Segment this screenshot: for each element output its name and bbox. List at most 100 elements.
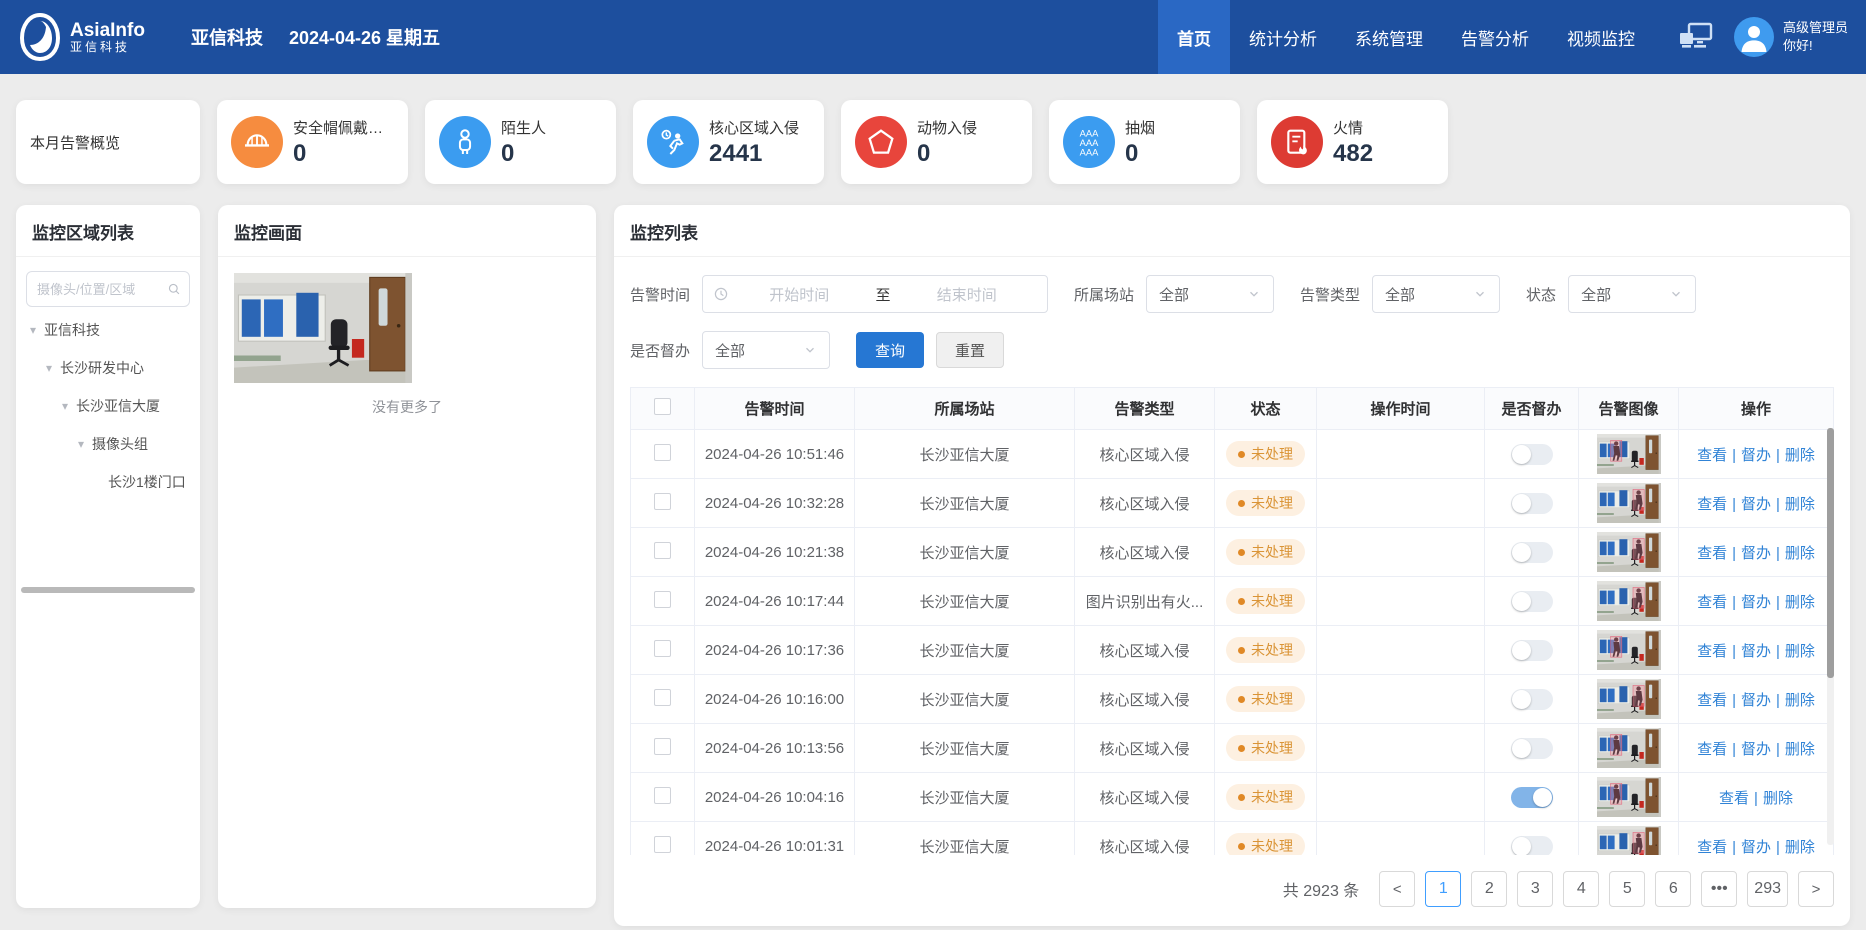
next-page-button[interactable]: > [1798,871,1834,907]
caret-down-icon[interactable]: ▾ [74,437,88,451]
row-checkbox[interactable] [654,444,671,461]
end-time-input[interactable]: 结束时间 [897,284,1038,305]
prev-page-button[interactable]: < [1379,871,1415,907]
ellipsis-button[interactable]: ••• [1701,871,1737,907]
page-button-2[interactable]: 2 [1471,871,1507,907]
supervise-link[interactable]: 督办 [1741,545,1771,562]
delete-link[interactable]: 删除 [1785,545,1815,562]
view-link[interactable]: 查看 [1697,741,1727,758]
delete-link[interactable]: 删除 [1785,741,1815,758]
supervise-toggle[interactable] [1511,493,1553,514]
select-all-checkbox[interactable] [654,398,671,415]
reset-button[interactable]: 重置 [936,332,1004,368]
status-select[interactable]: 全部 [1568,275,1696,313]
view-link[interactable]: 查看 [1719,790,1749,807]
column-header-操作时间[interactable]: 操作时间 [1317,388,1485,430]
alarm-snapshot[interactable] [1597,581,1661,621]
column-header-所属场站[interactable]: 所属场站 [855,388,1075,430]
page-button-3[interactable]: 3 [1517,871,1553,907]
delete-link[interactable]: 删除 [1785,692,1815,709]
supervise-link[interactable]: 督办 [1741,643,1771,660]
alarm-snapshot[interactable] [1597,777,1661,817]
alarm-type-select[interactable]: 全部 [1372,275,1500,313]
nav-item-告警分析[interactable]: 告警分析 [1442,0,1548,74]
delete-link[interactable]: 删除 [1785,643,1815,660]
alarm-snapshot[interactable] [1597,728,1661,768]
page-button-6[interactable]: 6 [1655,871,1691,907]
supervise-toggle[interactable] [1511,591,1553,612]
region-search-input[interactable] [35,281,167,298]
delete-link[interactable]: 删除 [1763,790,1793,807]
column-header-是否督办[interactable]: 是否督办 [1485,388,1579,430]
station-select[interactable]: 全部 [1146,275,1274,313]
row-checkbox[interactable] [654,640,671,657]
camera-snapshot[interactable] [234,273,412,383]
supervise-toggle[interactable] [1511,640,1553,661]
horizontal-scrollbar[interactable] [21,587,195,593]
column-header-状态[interactable]: 状态 [1215,388,1317,430]
page-button-5[interactable]: 5 [1609,871,1645,907]
alarm-snapshot[interactable] [1597,434,1661,474]
tree-item-长沙研发中心[interactable]: ▾ 长沙研发中心 [22,349,200,387]
column-header-告警图像[interactable]: 告警图像 [1579,388,1679,430]
column-header-操作[interactable]: 操作 [1679,388,1834,430]
supervise-link[interactable]: 督办 [1741,496,1771,513]
vertical-scrollbar[interactable] [1827,428,1834,845]
delete-link[interactable]: 删除 [1785,447,1815,464]
alarm-snapshot[interactable] [1597,630,1661,670]
delete-link[interactable]: 删除 [1785,594,1815,611]
search-button[interactable]: 查询 [856,332,924,368]
view-link[interactable]: 查看 [1697,594,1727,611]
supervise-link[interactable]: 督办 [1741,594,1771,611]
view-link[interactable]: 查看 [1697,496,1727,513]
supervise-toggle[interactable] [1511,542,1553,563]
delete-link[interactable]: 删除 [1785,496,1815,513]
row-checkbox[interactable] [654,591,671,608]
tree-item-长沙亚信大厦[interactable]: ▾ 长沙亚信大厦 [22,387,200,425]
page-button-4[interactable]: 4 [1563,871,1599,907]
start-time-input[interactable]: 开始时间 [729,284,870,305]
view-link[interactable]: 查看 [1697,839,1727,856]
row-checkbox[interactable] [654,689,671,706]
caret-down-icon[interactable]: ▾ [26,323,40,337]
user-avatar[interactable] [1734,17,1774,57]
row-checkbox[interactable] [654,738,671,755]
supervise-link[interactable]: 督办 [1741,741,1771,758]
view-link[interactable]: 查看 [1697,692,1727,709]
column-header-告警类型[interactable]: 告警类型 [1075,388,1215,430]
column-header-告警时间[interactable]: 告警时间 [695,388,855,430]
monitor-icon[interactable] [1678,22,1714,52]
supervise-toggle[interactable] [1511,444,1553,465]
alarm-snapshot[interactable] [1597,483,1661,523]
supervise-toggle[interactable] [1511,836,1553,856]
supervise-link[interactable]: 督办 [1741,447,1771,464]
tree-item-长沙1楼门口[interactable]: 长沙1楼门口 [22,463,200,501]
tree-item-亚信科技[interactable]: ▾ 亚信科技 [22,311,200,349]
alarm-snapshot[interactable] [1597,826,1661,855]
alarm-time-range-picker[interactable]: 开始时间 至 结束时间 [702,275,1048,313]
row-checkbox[interactable] [654,493,671,510]
supervise-link[interactable]: 督办 [1741,692,1771,709]
page-button-1[interactable]: 1 [1425,871,1461,907]
supervise-select[interactable]: 全部 [702,331,830,369]
row-checkbox[interactable] [654,542,671,559]
row-checkbox[interactable] [654,836,671,853]
view-link[interactable]: 查看 [1697,447,1727,464]
view-link[interactable]: 查看 [1697,545,1727,562]
delete-link[interactable]: 删除 [1785,839,1815,856]
caret-down-icon[interactable]: ▾ [42,361,56,375]
supervise-toggle[interactable] [1511,787,1553,808]
nav-item-视频监控[interactable]: 视频监控 [1548,0,1654,74]
supervise-link[interactable]: 督办 [1741,839,1771,856]
row-checkbox[interactable] [654,787,671,804]
page-button-293[interactable]: 293 [1747,871,1788,907]
tree-item-摄像头组[interactable]: ▾ 摄像头组 [22,425,200,463]
caret-down-icon[interactable]: ▾ [58,399,72,413]
search-icon[interactable] [167,281,181,297]
alarm-snapshot[interactable] [1597,679,1661,719]
supervise-toggle[interactable] [1511,738,1553,759]
nav-item-统计分析[interactable]: 统计分析 [1230,0,1336,74]
nav-item-首页[interactable]: 首页 [1158,0,1230,74]
view-link[interactable]: 查看 [1697,643,1727,660]
nav-item-系统管理[interactable]: 系统管理 [1336,0,1442,74]
